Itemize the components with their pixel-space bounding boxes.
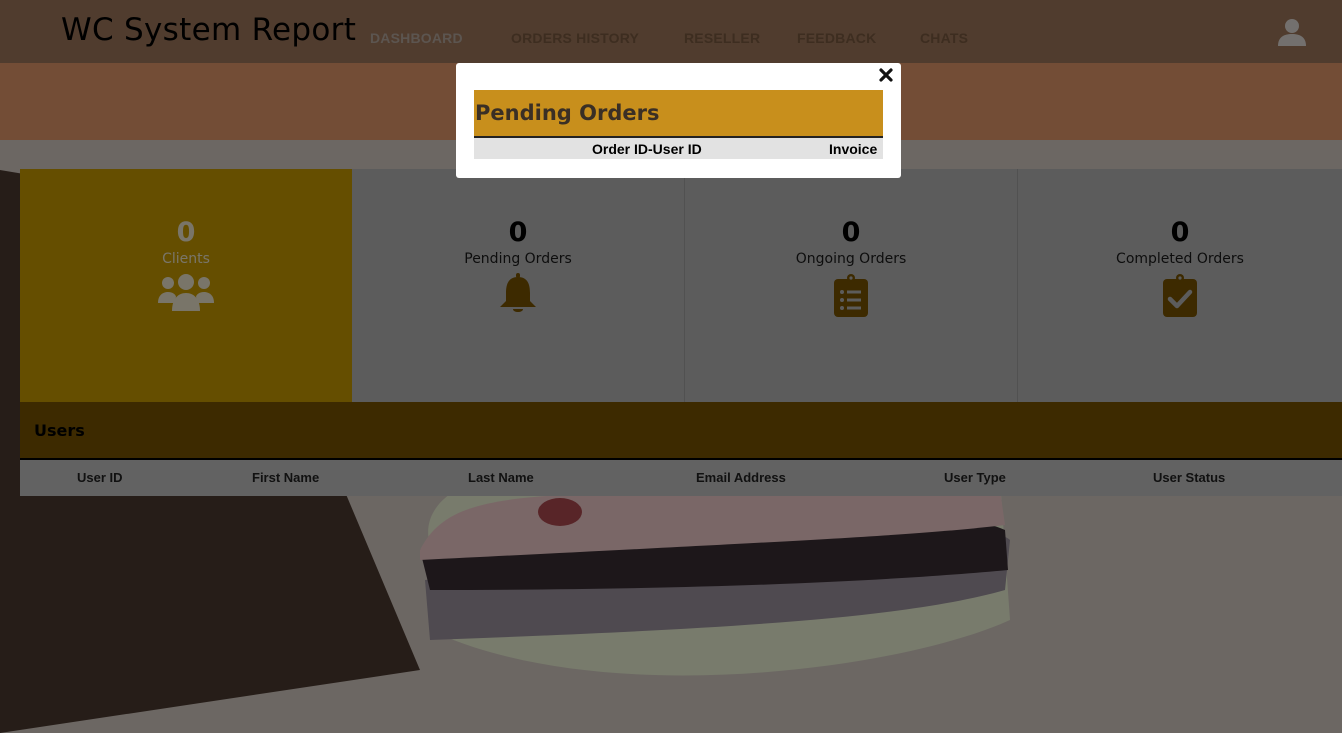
column-header-invoice[interactable]: Invoice [829, 141, 877, 157]
close-icon[interactable] [877, 66, 895, 84]
modal-header: Pending Orders [474, 90, 883, 138]
modal-table-header: Order ID-User ID Invoice [474, 138, 883, 159]
modal-title: Pending Orders [475, 101, 660, 125]
column-header-order-id[interactable]: Order ID-User ID [592, 141, 702, 157]
pending-orders-modal: Pending Orders Order ID-User ID Invoice [456, 63, 901, 178]
